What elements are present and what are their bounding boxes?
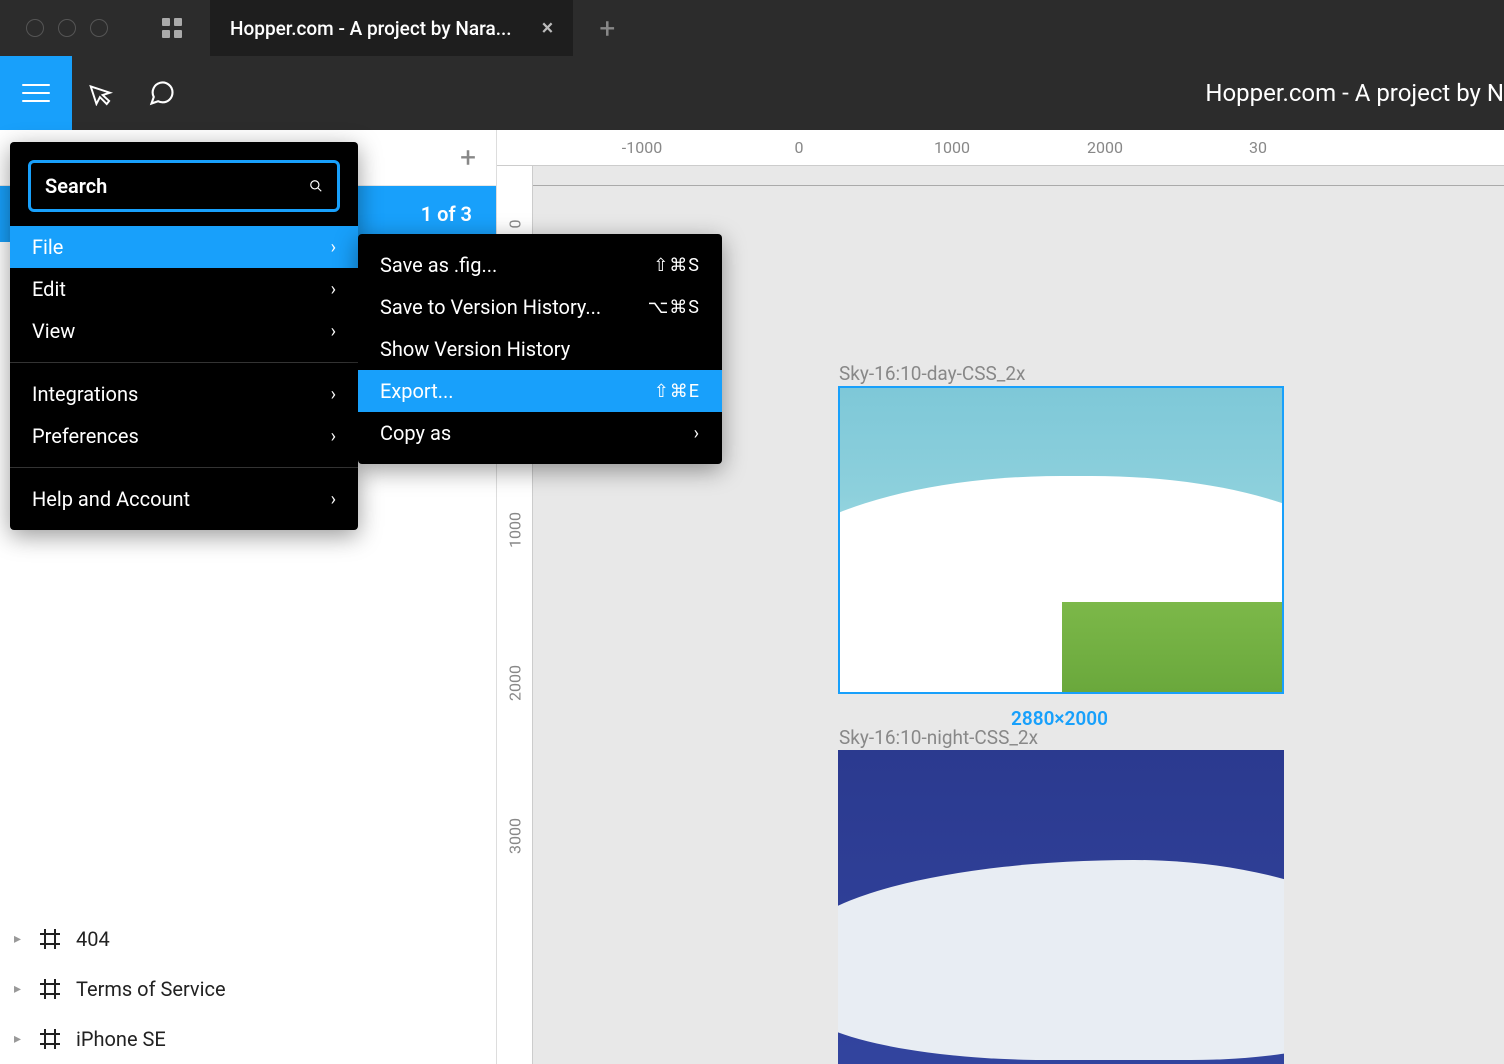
ruler-horizontal: -1000 0 1000 2000 30	[497, 130, 1504, 166]
menu-edit[interactable]: Edit ›	[10, 268, 358, 310]
ruler-tick: 1000	[505, 512, 524, 548]
document-tab[interactable]: Hopper.com - A project by Nara... ×	[210, 0, 573, 56]
move-tool-button[interactable]	[72, 80, 132, 106]
frame-label[interactable]: Sky-16:10-day-CSS_2x	[839, 362, 1025, 385]
chevron-right-icon: ›	[331, 489, 336, 510]
submenu-label: Save as .fig...	[380, 253, 497, 277]
document-title: Hopper.com - A project by N	[192, 79, 1504, 107]
layer-caret-icon[interactable]: ▸	[14, 981, 24, 997]
layer-item[interactable]: ▸ Terms of Service	[0, 964, 496, 1014]
layer-caret-icon[interactable]: ▸	[14, 931, 24, 947]
submenu-label: Copy as	[380, 421, 451, 445]
menu-item-label: Integrations	[32, 382, 138, 406]
ruler-tick: 2000	[505, 665, 524, 701]
menu-item-label: Help and Account	[32, 487, 190, 511]
zoom-window-icon[interactable]	[90, 19, 108, 37]
menu-help[interactable]: Help and Account ›	[10, 478, 358, 520]
window-controls	[0, 19, 134, 37]
submenu-label: Save to Version History...	[380, 295, 601, 319]
submenu-item[interactable]: Export... ⇧⌘E	[358, 370, 722, 412]
menu-search-input[interactable]	[45, 174, 299, 198]
comment-icon	[148, 79, 176, 107]
add-page-button[interactable]: +	[460, 141, 476, 174]
document-tab-title: Hopper.com - A project by Nara...	[230, 17, 512, 40]
layer-label: iPhone SE	[76, 1027, 166, 1051]
menu-file[interactable]: File ›	[10, 226, 358, 268]
main-toolbar: Hopper.com - A project by N	[0, 56, 1504, 130]
window-tabbar: Hopper.com - A project by Nara... × +	[0, 0, 1504, 56]
chevron-right-icon: ›	[331, 384, 336, 405]
chevron-right-icon: ›	[331, 237, 336, 258]
menu-item-label: File	[32, 235, 63, 259]
menu-view[interactable]: View ›	[10, 310, 358, 352]
menu-search[interactable]	[28, 160, 340, 212]
search-icon	[309, 175, 323, 197]
submenu-item[interactable]: Copy as ›	[358, 412, 722, 454]
ruler-tick: 0	[795, 138, 804, 157]
ruler-tick: 2000	[1087, 138, 1123, 157]
comment-tool-button[interactable]	[132, 79, 192, 107]
cursor-icon	[89, 80, 115, 106]
ruler-tick: 30	[1249, 138, 1267, 157]
chevron-right-icon: ›	[331, 321, 336, 342]
frame-icon	[38, 977, 62, 1001]
main-menu-popup: File › Edit › View › Integrations › Preferen…	[10, 142, 358, 530]
menu-separator	[10, 362, 358, 363]
ruler-tick: 0	[505, 220, 524, 229]
menu-item-label: Preferences	[32, 424, 139, 448]
menu-separator	[10, 467, 358, 468]
menu-item-label: View	[32, 319, 75, 343]
layer-label: Terms of Service	[76, 977, 226, 1001]
frame-sky-day[interactable]	[838, 386, 1284, 694]
layer-label: 404	[76, 927, 110, 951]
layers-list: ▸ 404 ▸ Terms of Service ▸ iPhone SE	[0, 914, 496, 1064]
menu-preferences[interactable]: Preferences ›	[10, 415, 358, 457]
frame-icon	[38, 1027, 62, 1051]
frame-label[interactable]: Sky-16:10-night-CSS_2x	[839, 726, 1038, 749]
close-tab-icon[interactable]: ×	[542, 16, 554, 41]
pages-counter: 1 of 3	[421, 202, 472, 226]
keyboard-shortcut: ⇧⌘E	[654, 381, 700, 402]
layer-item[interactable]: ▸ 404	[0, 914, 496, 964]
land-shape	[1062, 602, 1282, 692]
layer-caret-icon[interactable]: ▸	[14, 1031, 24, 1047]
chevron-right-icon: ›	[331, 426, 336, 447]
new-tab-button[interactable]: +	[597, 12, 617, 45]
submenu-label: Show Version History	[380, 337, 570, 361]
cloud-shape	[838, 860, 1284, 1060]
submenu-item[interactable]: Show Version History	[358, 328, 722, 370]
chevron-right-icon: ›	[331, 279, 336, 300]
submenu-label: Export...	[380, 379, 454, 403]
ruler-tick: -1000	[622, 138, 662, 157]
submenu-item[interactable]: Save to Version History... ⌥⌘S	[358, 286, 722, 328]
close-window-icon[interactable]	[26, 19, 44, 37]
file-submenu: Save as .fig... ⇧⌘S Save to Version Histor…	[358, 234, 722, 464]
frame-sky-night[interactable]	[838, 750, 1284, 1064]
menu-item-label: Edit	[32, 277, 66, 301]
frame-icon	[38, 927, 62, 951]
ruler-tick: 1000	[934, 138, 970, 157]
keyboard-shortcut: ⌥⌘S	[648, 297, 700, 318]
keyboard-shortcut: ⇧⌘S	[653, 255, 700, 276]
home-grid-icon[interactable]	[162, 18, 182, 38]
menu-integrations[interactable]: Integrations ›	[10, 373, 358, 415]
minimize-window-icon[interactable]	[58, 19, 76, 37]
submenu-item[interactable]: Save as .fig... ⇧⌘S	[358, 244, 722, 286]
main-menu-button[interactable]	[0, 56, 72, 130]
chevron-right-icon: ›	[694, 423, 700, 444]
layer-item[interactable]: ▸ iPhone SE	[0, 1014, 496, 1064]
ruler-tick: 3000	[505, 818, 524, 854]
